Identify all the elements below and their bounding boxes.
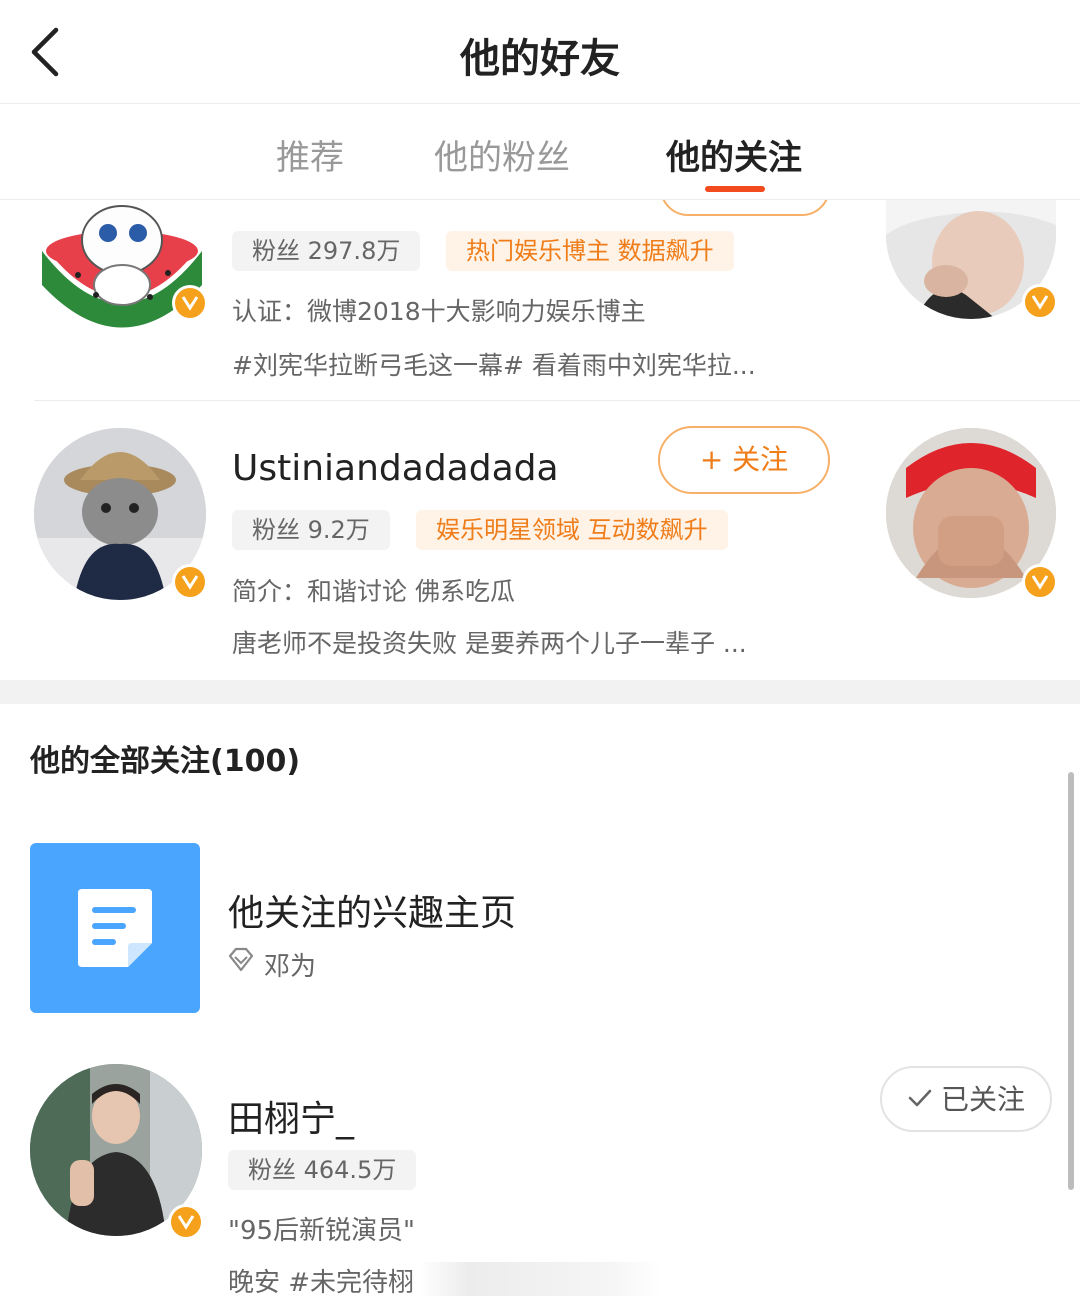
followed-button[interactable]: 已关注 (880, 1066, 1052, 1132)
document-icon (30, 843, 200, 1013)
recommend-card[interactable]: Ustiniandadadada + 关注 粉丝 9.2万 娱乐明星领域 互动数… (0, 400, 1080, 680)
interest-page-title: 他关注的兴趣主页 (228, 893, 517, 934)
latest-post-text: 唐老师不是投资失败 是要养两个儿子一辈子 ... (232, 629, 747, 658)
follow-button[interactable] (660, 200, 830, 216)
tab-his-follows[interactable]: 他的关注 (666, 130, 802, 179)
bio-text: "95后新锐演员" (228, 1216, 416, 1246)
blur-overlay (420, 1262, 660, 1296)
interest-page-subtitle: 邓为 (264, 952, 317, 982)
page-title: 他的好友 (460, 36, 620, 82)
tag-chip: 热门娱乐博主 数据飙升 (446, 231, 734, 271)
user-name[interactable]: 田栩宁_ (228, 1090, 354, 1142)
fans-count-chip: 粉丝 9.2万 (232, 510, 390, 550)
tab-recommend[interactable]: 推荐 (276, 130, 344, 179)
fans-count-chip: 粉丝 297.8万 (232, 231, 421, 271)
diamond-icon (226, 946, 256, 974)
avatar[interactable] (38, 200, 206, 353)
scrollbar[interactable] (1068, 772, 1074, 1190)
verified-badge (172, 564, 208, 600)
check-icon (907, 1069, 933, 1131)
fans-count-chip: 粉丝 464.5万 (228, 1150, 417, 1190)
bio-text: 简介：和谐讨论 佛系吃瓜 (232, 577, 515, 606)
follow-button[interactable]: + 关注 (658, 426, 830, 494)
latest-post-text: #刘宪华拉断弓毛这一幕# 看着雨中刘宪华拉... (232, 351, 756, 380)
verified-badge (1022, 284, 1058, 320)
section-gap (0, 680, 1080, 704)
top-bar: 他的好友 (0, 0, 1080, 104)
latest-post-text: 晚安 #未完待栩 (228, 1268, 415, 1298)
verified-badge (1022, 564, 1058, 600)
verified-badge (168, 1204, 204, 1240)
verification-text: 认证：微博2018十大影响力娱乐博主 (232, 297, 646, 326)
verified-badge (172, 285, 208, 321)
all-follows-title: 他的全部关注(100) (30, 744, 301, 779)
user-name[interactable]: Ustiniandadadada (232, 448, 559, 489)
followed-label: 已关注 (940, 1083, 1025, 1116)
recommend-list[interactable]: 粉丝 297.8万 热门娱乐博主 数据飙升 认证：微博2018十大影响力娱乐博主… (0, 200, 1080, 680)
tab-bar: 推荐 他的粉丝 他的关注 (0, 104, 1080, 200)
recommend-card[interactable]: 粉丝 297.8万 热门娱乐博主 数据飙升 认证：微博2018十大影响力娱乐博主… (0, 200, 1080, 400)
active-tab-indicator (705, 186, 765, 192)
tab-his-fans[interactable]: 他的粉丝 (434, 130, 570, 179)
tag-chip: 娱乐明星领域 互动数飙升 (416, 510, 728, 550)
